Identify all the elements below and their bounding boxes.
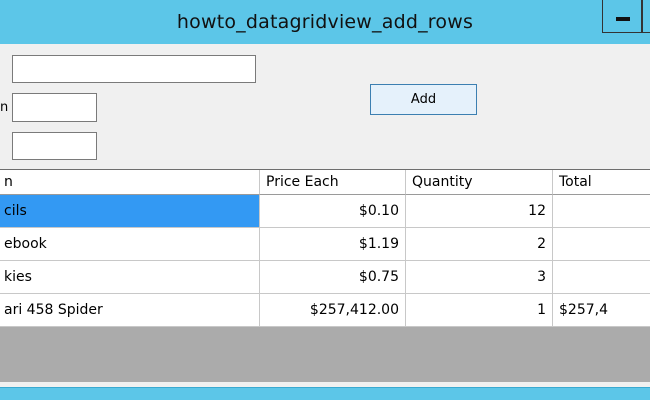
window-title: howto_datagridview_add_rows xyxy=(176,11,474,33)
add-button[interactable]: Add xyxy=(370,84,477,115)
quantity-cell[interactable]: 2 xyxy=(406,228,553,261)
total-cell[interactable] xyxy=(553,228,650,261)
total-cell[interactable] xyxy=(553,195,650,228)
minimize-button[interactable] xyxy=(602,0,642,33)
maximize-button[interactable] xyxy=(642,0,650,33)
item-cell[interactable]: cils xyxy=(0,195,260,228)
price-label: n xyxy=(0,100,9,115)
table-row[interactable]: cils $0.10 12 xyxy=(0,195,650,228)
table-row[interactable]: kies $0.75 3 xyxy=(0,261,650,294)
item-cell[interactable]: ebook xyxy=(0,228,260,261)
total-cell[interactable]: $257,4 xyxy=(553,294,650,327)
item-cell[interactable]: kies xyxy=(0,261,260,294)
title-bar[interactable]: howto_datagridview_add_rows xyxy=(0,0,650,44)
column-header-total[interactable]: Total xyxy=(553,170,650,195)
quantity-cell[interactable]: 12 xyxy=(406,195,553,228)
column-header-price[interactable]: Price Each xyxy=(260,170,406,195)
quantity-field[interactable] xyxy=(12,132,97,160)
total-cell[interactable] xyxy=(553,261,650,294)
column-header-quantity[interactable]: Quantity xyxy=(406,170,553,195)
price-cell[interactable]: $1.19 xyxy=(260,228,406,261)
price-cell[interactable]: $0.10 xyxy=(260,195,406,228)
table-row[interactable]: ebook $1.19 2 xyxy=(0,228,650,261)
grid-header-row: n Price Each Quantity Total xyxy=(0,170,650,195)
price-cell[interactable]: $0.75 xyxy=(260,261,406,294)
window-bottom-border xyxy=(0,387,650,400)
price-field[interactable] xyxy=(12,93,97,122)
quantity-cell[interactable]: 1 xyxy=(406,294,553,327)
quantity-cell[interactable]: 3 xyxy=(406,261,553,294)
price-cell[interactable]: $257,412.00 xyxy=(260,294,406,327)
minimize-icon xyxy=(616,17,630,21)
column-header-item[interactable]: n xyxy=(0,170,260,195)
data-grid[interactable]: n Price Each Quantity Total cils $0.10 1… xyxy=(0,169,650,382)
form-client-area: n Add n Price Each Quantity Total cils $… xyxy=(0,44,650,387)
item-cell[interactable]: ari 458 Spider xyxy=(0,294,260,327)
table-row[interactable]: ari 458 Spider $257,412.00 1 $257,4 xyxy=(0,294,650,327)
item-name-field[interactable] xyxy=(12,55,256,83)
